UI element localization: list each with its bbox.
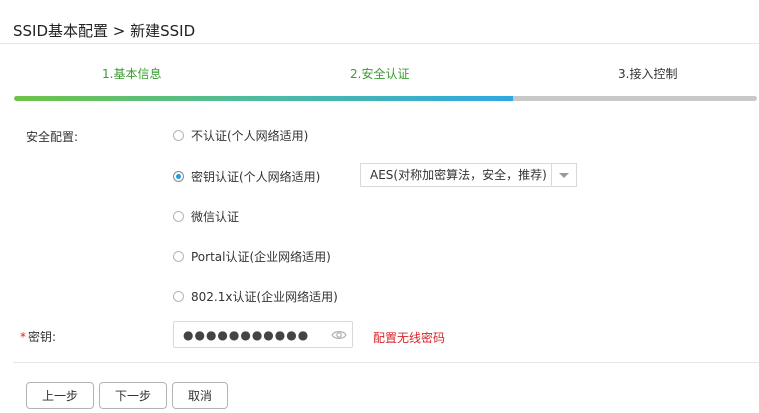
security-config-label: 安全配置: bbox=[26, 130, 79, 144]
cancel-button[interactable]: 取消 bbox=[172, 382, 228, 409]
prev-step-button[interactable]: 上一步 bbox=[26, 382, 94, 409]
radio-no-auth[interactable]: 不认证(个人网络适用) bbox=[173, 127, 308, 144]
progress-track bbox=[14, 96, 757, 101]
header-divider bbox=[0, 43, 759, 44]
encryption-select[interactable]: AES(对称加密算法，安全，推荐) bbox=[360, 163, 577, 187]
radio-button-checked[interactable] bbox=[173, 171, 184, 182]
chevron-down-icon bbox=[559, 172, 569, 178]
radio-button[interactable] bbox=[173, 211, 184, 222]
radio-button[interactable] bbox=[173, 291, 184, 302]
radio-label: 不认证(个人网络适用) bbox=[191, 129, 309, 143]
progress-fill bbox=[14, 96, 514, 101]
radio-key-auth[interactable]: 密钥认证(个人网络适用) bbox=[173, 168, 320, 185]
step-security-auth[interactable]: 2.安全认证 bbox=[350, 65, 409, 82]
radio-8021x-auth[interactable]: 802.1x认证(企业网络适用) bbox=[173, 288, 338, 305]
radio-button[interactable] bbox=[173, 251, 184, 262]
key-label-text: 密钥: bbox=[28, 330, 57, 344]
password-masked-value: ●●●●●●●●●●● bbox=[183, 327, 310, 342]
radio-label: 802.1x认证(企业网络适用) bbox=[191, 290, 338, 304]
page-title: SSID基本配置 > 新建SSID bbox=[13, 22, 196, 40]
next-step-button[interactable]: 下一步 bbox=[99, 382, 167, 409]
password-field[interactable]: ●●●●●●●●●●● bbox=[173, 321, 353, 348]
step-basic-info[interactable]: 1.基本信息 bbox=[102, 65, 161, 82]
radio-label: 密钥认证(个人网络适用) bbox=[191, 170, 321, 184]
select-toggle[interactable] bbox=[551, 164, 576, 186]
eye-icon[interactable] bbox=[330, 326, 348, 344]
encryption-selected-value: AES(对称加密算法，安全，推荐) bbox=[370, 168, 547, 182]
required-mark: * bbox=[20, 330, 26, 344]
radio-label: 微信认证 bbox=[191, 210, 240, 224]
footer-divider bbox=[13, 362, 759, 363]
radio-button[interactable] bbox=[173, 130, 184, 141]
radio-label: Portal认证(企业网络适用) bbox=[191, 250, 331, 264]
step-progress: 1.基本信息 2.安全认证 3.接入控制 bbox=[14, 60, 757, 105]
step-access-control[interactable]: 3.接入控制 bbox=[618, 65, 677, 82]
radio-wechat-auth[interactable]: 微信认证 bbox=[173, 208, 239, 225]
radio-portal-auth[interactable]: Portal认证(企业网络适用) bbox=[173, 248, 331, 265]
key-label: * 密钥: bbox=[20, 328, 56, 345]
password-hint: 配置无线密码 bbox=[373, 331, 446, 345]
